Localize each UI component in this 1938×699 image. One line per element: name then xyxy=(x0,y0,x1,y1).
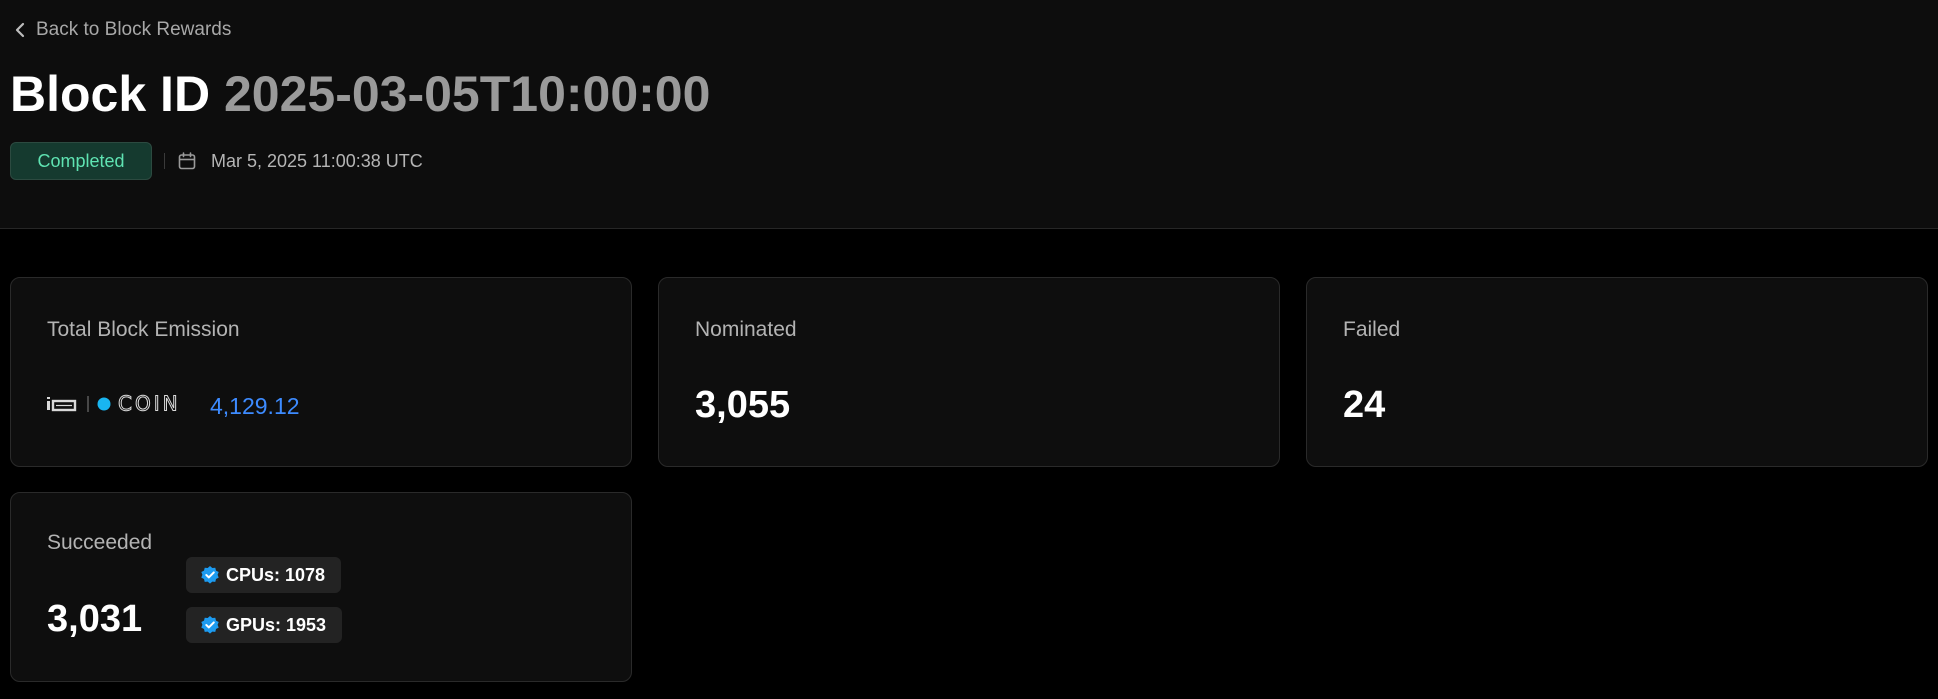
block-header: Back to Block Rewards Block ID 2025-03-0… xyxy=(0,0,1938,229)
back-link-label: Back to Block Rewards xyxy=(36,19,232,40)
gpus-badge: GPUs: 1953 xyxy=(186,607,343,643)
gpus-count: GPUs: 1953 xyxy=(226,614,327,635)
cpus-count: CPUs: 1078 xyxy=(226,564,326,585)
emission-row: COIN 4,129.12 xyxy=(46,391,300,421)
emission-value: 4,129.12 xyxy=(210,393,300,419)
nominated-value: 3,055 xyxy=(695,384,791,426)
block-detail-page: Back to Block Rewards Block ID 2025-03-0… xyxy=(0,0,1938,699)
block-timestamp: Mar 5, 2025 11:00:38 UTC xyxy=(177,151,423,172)
io-coin-logo: COIN xyxy=(46,391,192,421)
verified-badge-icon xyxy=(200,565,220,585)
calendar-icon xyxy=(177,151,197,171)
emission-card: Total Block Emission xyxy=(10,277,632,467)
nominated-card: Nominated 3,055 xyxy=(658,277,1280,467)
cpus-badge: CPUs: 1078 xyxy=(186,557,342,593)
block-meta-row: Completed Mar 5, 2025 11:00:38 UTC xyxy=(10,141,423,181)
title-prefix: Block ID xyxy=(10,66,211,122)
meta-divider xyxy=(164,153,165,169)
chevron-left-icon xyxy=(14,22,26,38)
block-id: 2025-03-05T10:00:00 xyxy=(223,66,711,122)
failed-card: Failed 24 xyxy=(1306,277,1928,467)
status-badge: Completed xyxy=(10,142,152,180)
nominated-label: Nominated xyxy=(695,318,797,341)
succeeded-value: 3,031 xyxy=(47,598,143,640)
timestamp-text: Mar 5, 2025 11:00:38 UTC xyxy=(211,150,423,171)
svg-text:COIN: COIN xyxy=(118,392,181,416)
back-to-block-rewards-link[interactable]: Back to Block Rewards xyxy=(14,19,231,41)
succeeded-label: Succeeded xyxy=(47,531,153,554)
verified-badge-icon xyxy=(200,615,220,635)
page-title: Block ID 2025-03-05T10:00:00 xyxy=(10,64,710,124)
failed-label: Failed xyxy=(1343,318,1401,341)
failed-value: 24 xyxy=(1343,384,1386,426)
emission-label: Total Block Emission xyxy=(47,318,240,341)
